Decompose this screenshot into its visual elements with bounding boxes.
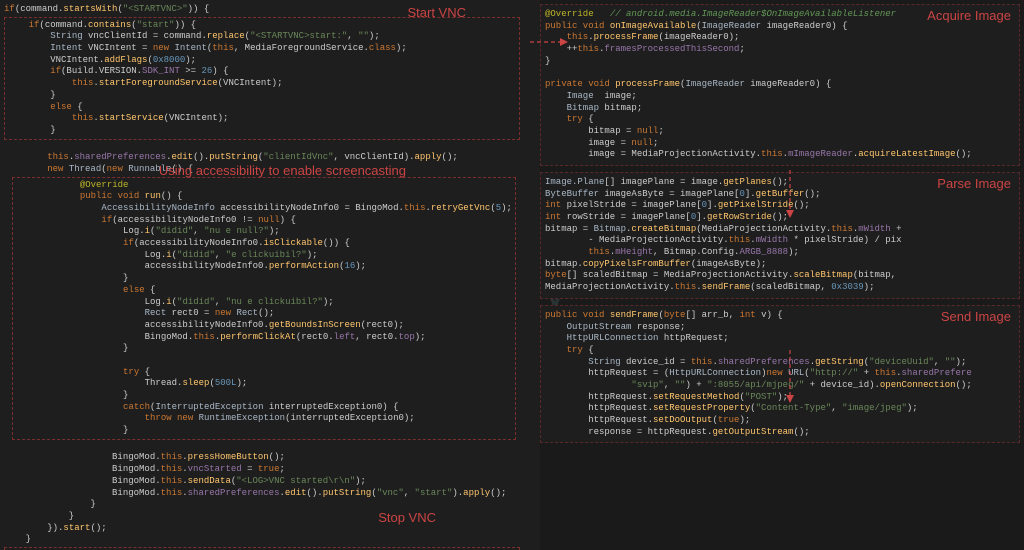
parse-code: Image.Plane[] imagePlane = image.getPlan…: [545, 177, 1015, 294]
label-acquire: Acquire Image: [923, 7, 1015, 26]
right-panel: Acquire Image @Override // android.media…: [540, 0, 1024, 550]
acquire-block: Acquire Image @Override // android.media…: [540, 4, 1020, 166]
left-code-panel: Start VNC Using accessibility to enable …: [0, 0, 540, 550]
label-screencast: Using accessibility to enable screencast…: [155, 162, 410, 181]
send-code: public void sendFrame(byte[] arr_b, int …: [545, 310, 1015, 439]
label-start-vnc: Start VNC: [403, 4, 470, 23]
send-block: Send Image public void sendFrame(byte[] …: [540, 305, 1020, 444]
left-code: if(command.startsWith("<STARTVNC>")) { i…: [4, 4, 536, 550]
label-stop-vnc: Stop VNC: [374, 509, 440, 528]
label-send: Send Image: [937, 308, 1015, 327]
parse-block: Parse Image Image.Plane[] imagePlane = i…: [540, 172, 1020, 299]
diagram-container: Cleafy Start VNC Using accessibility to …: [0, 0, 1024, 550]
label-parse: Parse Image: [933, 175, 1015, 194]
acquire-code: @Override // android.media.ImageReader$O…: [545, 9, 1015, 161]
